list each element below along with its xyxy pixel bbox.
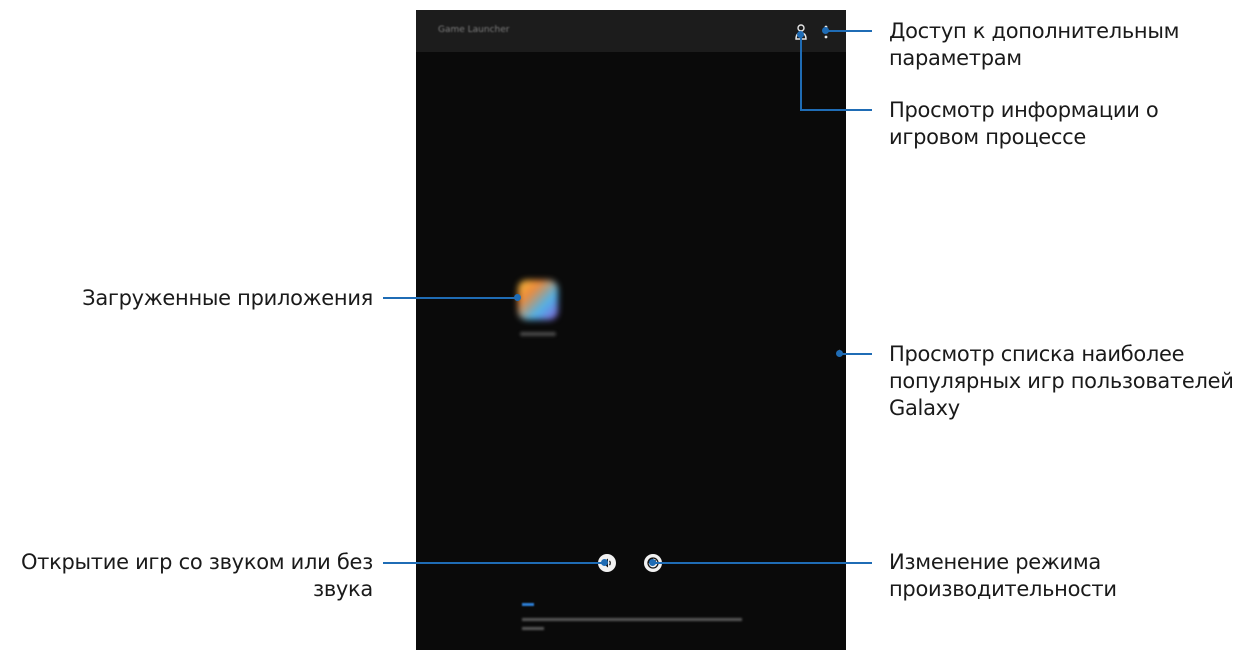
leader-line bbox=[383, 562, 605, 564]
leader-line bbox=[840, 353, 872, 355]
callout-performance-mode: Изменение режима производительности bbox=[889, 550, 1117, 601]
downloaded-game-icon[interactable] bbox=[518, 280, 558, 320]
callout-top-games: Просмотр списка наиболее популярных игр … bbox=[889, 342, 1234, 420]
app-title: Game Launcher bbox=[438, 25, 510, 35]
app-bar: Game Launcher bbox=[416, 10, 846, 52]
leader-dot bbox=[797, 31, 804, 38]
callout-sound-toggle: Открытие игр со звуком или без звука bbox=[20, 550, 373, 601]
tip-text-line bbox=[522, 627, 544, 630]
leader-dot bbox=[514, 294, 521, 301]
leader-dot bbox=[822, 27, 829, 34]
leader-line bbox=[383, 297, 519, 299]
device-screen: Game Launcher ‹ bbox=[416, 10, 846, 650]
tip-heading bbox=[522, 603, 534, 606]
leader-dot bbox=[649, 559, 656, 566]
callout-downloaded-apps: Загруженные приложения bbox=[82, 286, 373, 310]
leader-line bbox=[800, 36, 802, 111]
downloaded-game-label bbox=[520, 332, 556, 336]
leader-dot bbox=[601, 559, 608, 566]
tip-text-line bbox=[522, 618, 742, 621]
leader-line bbox=[652, 562, 872, 564]
callout-more-options: Доступ к дополнительным параметрам bbox=[889, 19, 1180, 70]
leader-dot bbox=[836, 350, 843, 357]
leader-line bbox=[826, 30, 872, 32]
callout-profile-info: Просмотр информации о игровом процессе bbox=[889, 98, 1159, 149]
leader-line bbox=[800, 109, 872, 111]
